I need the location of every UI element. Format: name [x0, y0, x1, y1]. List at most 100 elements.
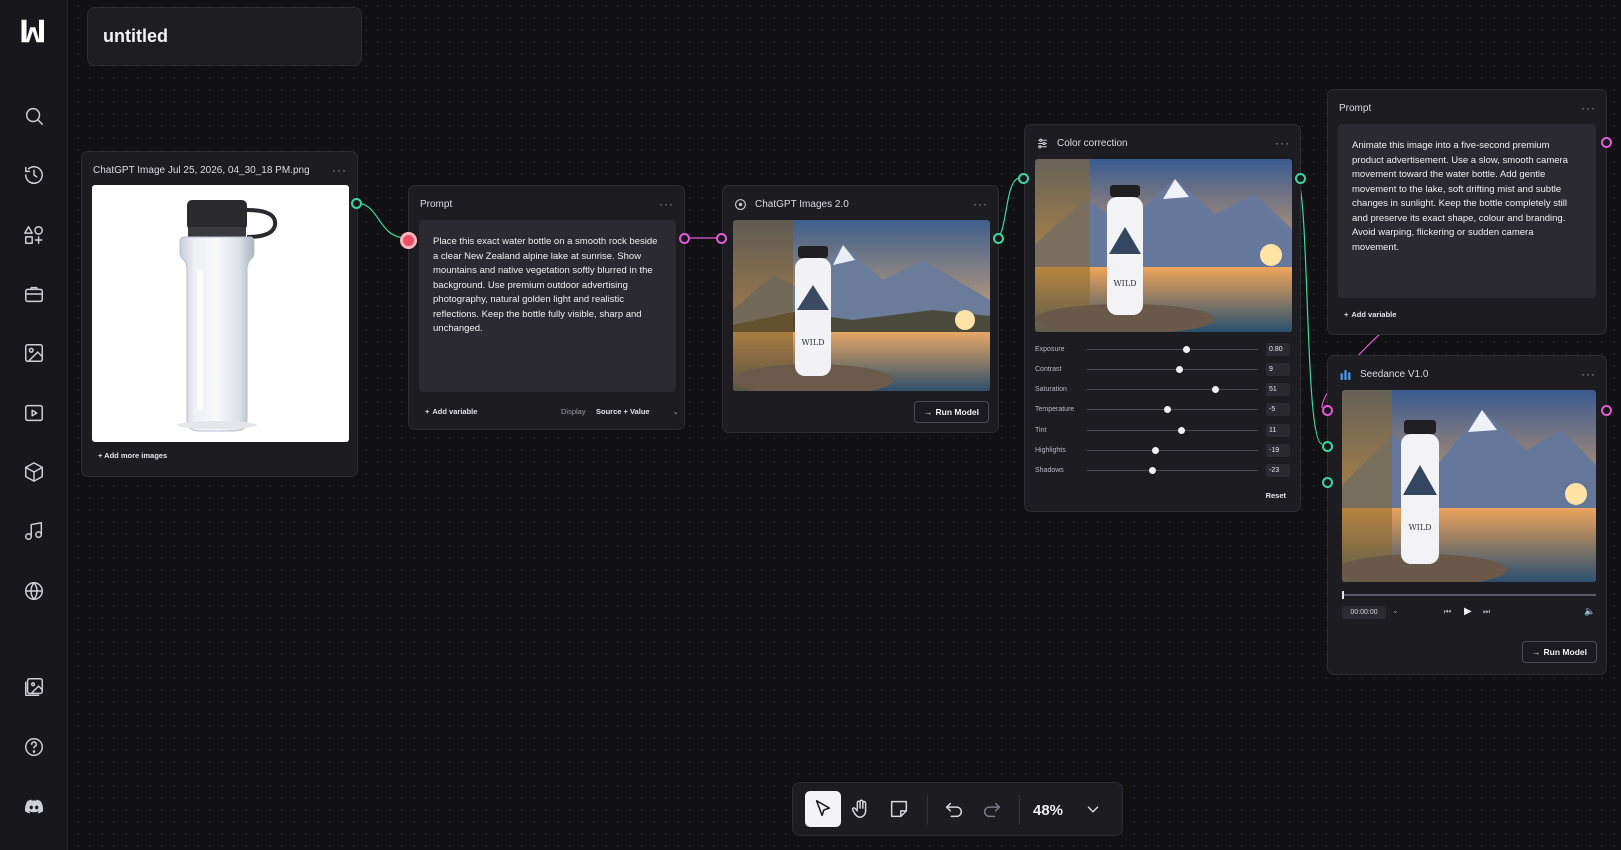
prompt-output-port[interactable]: [679, 233, 690, 244]
seedance-extra-port[interactable]: [1322, 477, 1333, 488]
prompt-input-port[interactable]: [400, 232, 417, 249]
timecode-display[interactable]: 00:00:00: [1342, 606, 1386, 619]
more-options-icon[interactable]: ···: [973, 197, 988, 211]
slider-value-input[interactable]: 0.80: [1266, 342, 1290, 356]
more-options-icon[interactable]: ···: [1581, 367, 1596, 381]
logo-icon[interactable]: [17, 14, 51, 48]
music-icon[interactable]: [17, 514, 51, 548]
slider-knob[interactable]: [1148, 467, 1156, 475]
more-options-icon[interactable]: ···: [1581, 101, 1596, 115]
add-variable-button[interactable]: + Add variable: [425, 407, 477, 416]
history-icon[interactable]: [17, 158, 51, 192]
undo-button[interactable]: [936, 791, 972, 827]
slider-track[interactable]: [1087, 426, 1258, 434]
video-preview[interactable]: WILD: [1342, 390, 1596, 582]
run-model-button[interactable]: → Run Model: [1522, 641, 1597, 663]
slider-value-input[interactable]: -19: [1266, 444, 1290, 457]
color-output-port[interactable]: [1295, 173, 1306, 184]
prompt-textarea[interactable]: Place this exact water bottle on a smoot…: [419, 220, 676, 392]
slider-knob[interactable]: [1152, 447, 1160, 454]
slider-knob[interactable]: [1164, 406, 1172, 414]
discord-icon[interactable]: [17, 790, 51, 824]
slider-value-input[interactable]: 11: [1266, 423, 1290, 437]
seedance-node[interactable]: Seedance V1.0 ··· WILD 00:00:00 ⌄ ⏮ ▶ ⏭ …: [1327, 355, 1607, 675]
input-image[interactable]: [92, 185, 349, 442]
slider-track[interactable]: [1087, 365, 1258, 373]
pan-tool-button[interactable]: [843, 791, 879, 827]
slider-knob[interactable]: [1176, 365, 1184, 373]
image-output-port[interactable]: [351, 198, 362, 209]
slider-knob[interactable]: [1212, 386, 1220, 394]
prompt-node-2[interactable]: Prompt ··· Animate this image into a fiv…: [1327, 89, 1607, 335]
image-input-node[interactable]: ChatGPT Image Jul 25, 2026, 04_30_18 PM.…: [81, 151, 358, 477]
display-select[interactable]: Source + Value ⌄: [596, 407, 679, 416]
prompt2-output-port[interactable]: [1601, 137, 1612, 148]
seedance-output-port[interactable]: [1601, 405, 1612, 416]
generated-image[interactable]: WILD: [733, 220, 990, 391]
prompt-node-title: Prompt: [420, 198, 453, 210]
reset-button[interactable]: Reset: [1266, 491, 1286, 500]
slider-label: Tint: [1035, 426, 1047, 434]
slider-shadows[interactable]: Shadows -23: [1035, 464, 1290, 478]
slider-track[interactable]: [1087, 345, 1258, 353]
cube-icon[interactable]: [17, 455, 51, 489]
slider-highlights[interactable]: Highlights -19: [1035, 444, 1290, 458]
image-icon[interactable]: [17, 336, 51, 370]
chevron-down-icon[interactable]: ⌄: [1392, 606, 1399, 615]
slider-value-input[interactable]: -5: [1266, 403, 1290, 417]
slider-value-input[interactable]: 51: [1266, 383, 1290, 397]
globe-icon[interactable]: [17, 574, 51, 608]
sliders-icon: [1038, 138, 1047, 148]
add-variable-button[interactable]: + Add variable: [1344, 310, 1396, 319]
zoom-dropdown-button[interactable]: [1075, 791, 1111, 827]
sticky-note-button[interactable]: [881, 791, 917, 827]
slider-track[interactable]: [1087, 447, 1258, 454]
slider-track[interactable]: [1087, 406, 1258, 414]
next-frame-icon[interactable]: ⏭: [1483, 607, 1490, 617]
slider-exposure[interactable]: Exposure 0.80: [1035, 342, 1290, 356]
shapes-icon[interactable]: [17, 218, 51, 252]
chatgpt-input-port[interactable]: [716, 233, 727, 244]
hand-icon: [851, 799, 867, 818]
slider-track[interactable]: [1087, 467, 1258, 475]
run-model-button[interactable]: → Run Model: [914, 401, 989, 423]
prompt-node[interactable]: Prompt ··· Place this exact water bottle…: [408, 185, 685, 430]
chatgpt-output-port[interactable]: [993, 233, 1004, 244]
slider-knob[interactable]: [1178, 426, 1186, 434]
toolbox-icon[interactable]: [17, 277, 51, 311]
slider-tint[interactable]: Tint 11: [1035, 423, 1290, 437]
more-options-icon[interactable]: ···: [659, 197, 674, 211]
slider-temperature[interactable]: Temperature -5: [1035, 403, 1290, 417]
more-options-icon[interactable]: ···: [332, 163, 347, 177]
slider-saturation[interactable]: Saturation 51: [1035, 383, 1290, 397]
gallery-icon[interactable]: [17, 670, 51, 704]
play-icon[interactable]: ▶: [1464, 606, 1472, 617]
redo-button[interactable]: [974, 791, 1010, 827]
seedance-image-port[interactable]: [1322, 441, 1333, 452]
color-correction-node[interactable]: Color correction ··· WILD Exposure 0.80 Co…: [1024, 124, 1301, 512]
seedance-prompt-port[interactable]: [1322, 405, 1333, 416]
prompt-textarea[interactable]: Animate this image into a five-second pr…: [1338, 124, 1596, 298]
slider-track[interactable]: [1087, 386, 1258, 394]
color-input-port[interactable]: [1018, 173, 1029, 184]
slider-value-input[interactable]: -23: [1266, 464, 1290, 478]
previous-frame-icon[interactable]: ⏮: [1444, 607, 1451, 617]
more-options-icon[interactable]: ···: [1275, 136, 1290, 150]
search-icon[interactable]: [17, 99, 51, 133]
slider-knob[interactable]: [1183, 345, 1191, 353]
video-icon[interactable]: [17, 396, 51, 430]
video-scrubber[interactable]: [1342, 591, 1596, 599]
zoom-level[interactable]: 48%: [1033, 783, 1063, 837]
volume-icon[interactable]: 🔈: [1584, 606, 1595, 617]
project-title[interactable]: untitled: [87, 7, 362, 66]
help-icon[interactable]: [17, 730, 51, 764]
add-more-images-button[interactable]: + Add more images: [98, 451, 167, 460]
select-tool-button[interactable]: [805, 791, 841, 827]
seedance-node-title: Seedance V1.0: [1360, 368, 1429, 380]
water-bottle-image: [177, 200, 278, 432]
corrected-image[interactable]: WILD: [1035, 159, 1292, 332]
node-header: Prompt ···: [420, 195, 674, 213]
slider-contrast[interactable]: Contrast 9: [1035, 362, 1290, 376]
slider-value-input[interactable]: 9: [1266, 362, 1290, 376]
chatgpt-images-node[interactable]: ChatGPT Images 2.0 ··· WILD → Run Model: [722, 185, 999, 433]
